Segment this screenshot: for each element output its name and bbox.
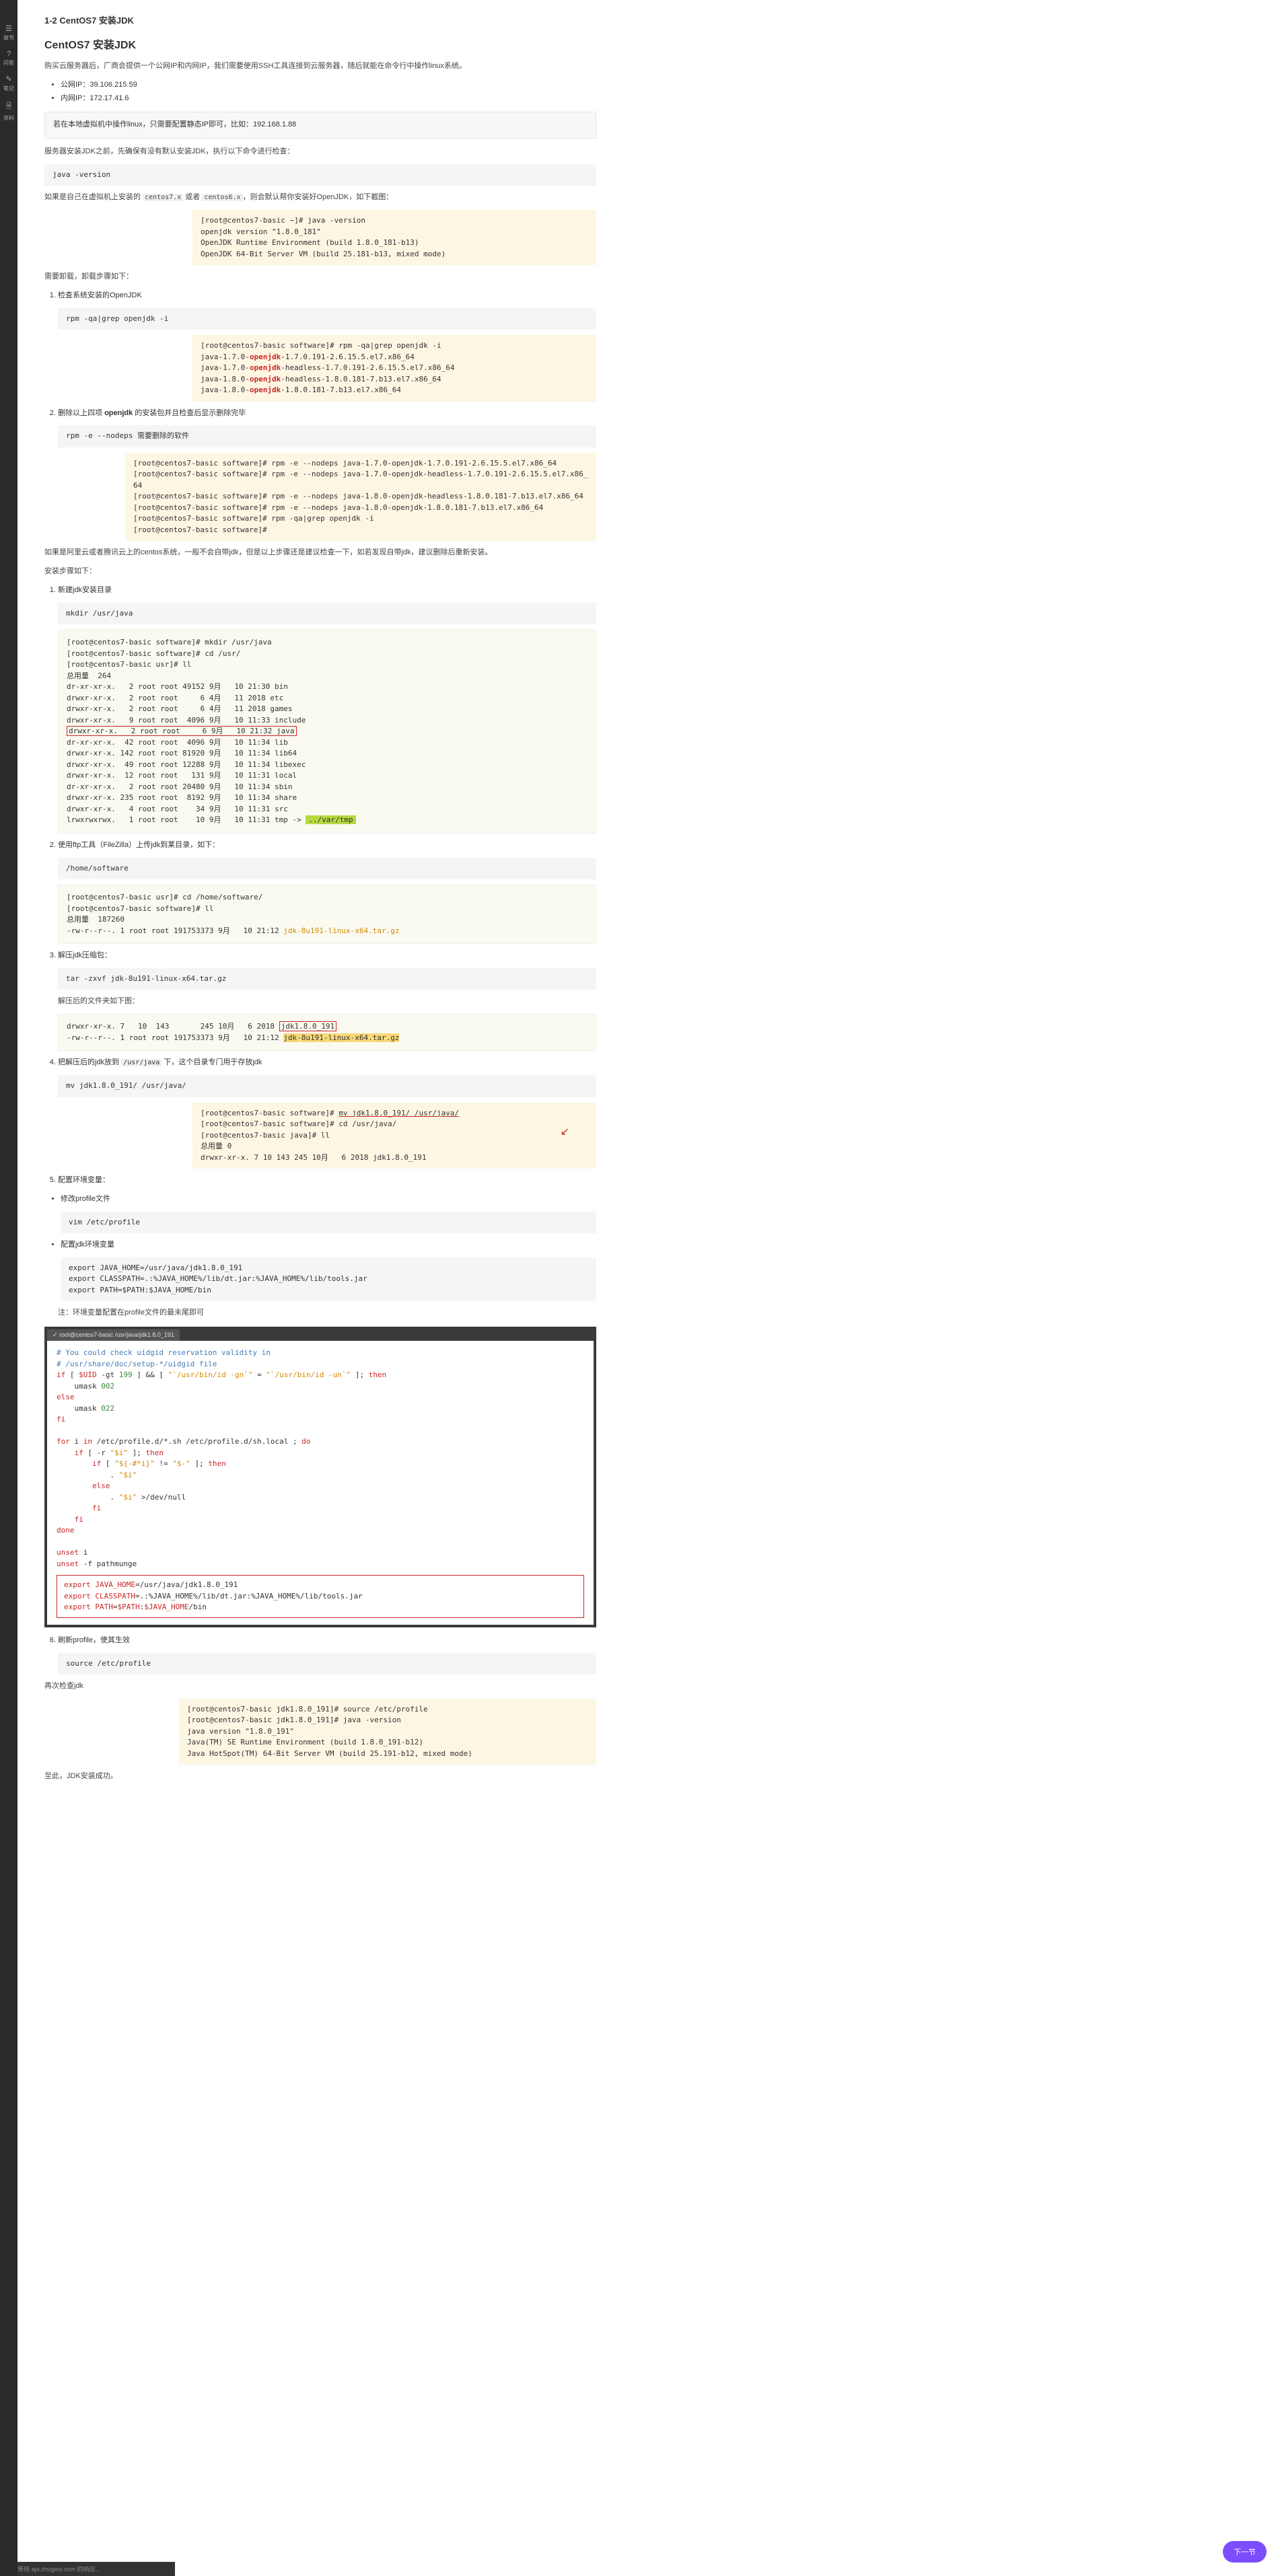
mv-cmd-highlight: mv jdk1.8.0_191/ /usr/java/ (339, 1109, 459, 1117)
uninstall-steps: 检查系统安装的OpenJDK rpm -qa|grep openjdk -i [… (58, 289, 596, 542)
sub-edit-profile: 修改profile文件 vim /etc/profile (61, 1193, 596, 1233)
sub-export-vars: 配置jdk环境变量 export JAVA_HOME=/usr/java/jdk… (61, 1239, 596, 1301)
ip-public: 公网IP：39.106.215.59 (61, 79, 596, 92)
breadcrumb: 1-2 CentOS7 安装JDK (44, 13, 596, 26)
install-steps-cont: 刷新profile，使其生效 source /etc/profile (58, 1634, 596, 1675)
status-bar: 正在等待 api.zhugeio.com 的响应... (0, 2562, 175, 2576)
output-rpm-qa: [root@centos7-basic software]# rpm -qa|g… (192, 335, 596, 402)
step-source: 刷新profile，使其生效 source /etc/profile (58, 1634, 596, 1675)
output-ll-software: [root@centos7-basic usr]# cd /home/softw… (58, 885, 596, 944)
note-local-vm: 若在本地虚拟机中操作linux，只需要配置静态IP即可，比如：192.168.1… (44, 112, 596, 139)
jdk-dir-highlight: jdk1.8.0_191 (279, 1021, 336, 1031)
side-docs[interactable]: 🗎资料 (0, 96, 17, 126)
output-mv: [root@centos7-basic software]# mv jdk1.8… (192, 1103, 596, 1169)
side-chapter[interactable]: ☰章节 (0, 20, 17, 46)
main-content: 1-2 CentOS7 安装JDK CentOS7 安装JDK 购买云服务器后，… (24, 0, 616, 1802)
intro-para: 购买云服务器后，厂商会提供一个公网IP和内网IP，我们需要使用SSH工具连接到云… (44, 60, 596, 73)
code-centos6: centos6.x (202, 194, 242, 201)
output-mkdir: [root@centos7-basic software]# mkdir /us… (58, 630, 596, 834)
step-mkdir: 新建jdk安装目录 mkdir /usr/java [root@centos7-… (58, 584, 596, 834)
cmd-exports: export JAVA_HOME=/usr/java/jdk1.8.0_191 … (61, 1257, 596, 1302)
side-notes[interactable]: ✎笔记 (0, 71, 17, 96)
menu-icon: ☰ (0, 24, 17, 33)
recheck-para: 再次检查jdk (44, 1680, 596, 1693)
editor-screenshot: ✓ root@centos7-basic /usr/java/jdk1.8.0_… (44, 1327, 596, 1627)
cmd-tar: tar -zxvf jdk-8u191-linux-x64.tar.gz (58, 968, 596, 990)
page-title: CentOS7 安装JDK (44, 36, 596, 52)
cmd-rpm-e: rpm -e --nodeps 需要删除的软件 (58, 425, 596, 447)
step-delete-openjdk: 删除以上四项 openjdk 的安装包并且检查后显示删除完毕 rpm -e --… (58, 407, 596, 542)
openjdk-para: 如果是自己在虚拟机上安装的 centos7.x 或者 centos6.x，则会默… (44, 191, 596, 205)
step-env: 配置环境变量： (58, 1174, 596, 1187)
cmd-mv: mv jdk1.8.0_191/ /usr/java/ (58, 1075, 596, 1097)
step-check-openjdk: 检查系统安装的OpenJDK rpm -qa|grep openjdk -i [… (58, 289, 596, 402)
sidebar: ☰章节 ?问答 ✎笔记 🗎资料 (0, 0, 17, 2576)
next-button[interactable]: 下一节 (1223, 2541, 1267, 2563)
step-move: 把解压后的jdk放到 /usr/java 下，这个目录专门用于存放jdk mv … (58, 1056, 596, 1169)
question-icon: ? (0, 50, 17, 58)
file-icon: 🗎 (0, 100, 17, 113)
ip-list: 公网IP：39.106.215.59 内网IP：172.17.41.6 (61, 79, 596, 106)
step-extract: 解压jdk压缩包： tar -zxvf jdk-8u191-linux-x64.… (58, 949, 596, 1051)
note-env: 注：环境变量配置在profile文件的最末尾即可 (58, 1307, 596, 1320)
cmd-mkdir: mkdir /usr/java (58, 603, 596, 625)
install-steps-intro: 安装步骤如下： (44, 565, 596, 579)
uninstall-para: 需要卸载，卸载步骤如下： (44, 270, 596, 284)
editor-body: # You could check uidgid reservation val… (47, 1341, 594, 1625)
ip-internal: 内网IP：172.17.41.6 (61, 92, 596, 106)
cmd-source: source /etc/profile (58, 1653, 596, 1675)
side-qa[interactable]: ?问答 (0, 46, 17, 71)
arrow-icon: ↙ (561, 1123, 569, 1142)
tmp-link: ../var/tmp (306, 815, 355, 824)
cloud-note: 如果是阿里云或者腾讯云上的centos系统，一般不会自带jdk，但是以上步骤还是… (44, 546, 596, 560)
editor-tab: ✓ root@centos7-basic /usr/java/jdk1.8.0_… (47, 1329, 180, 1341)
cmd-rpm-qa: rpm -qa|grep openjdk -i (58, 308, 596, 330)
cmd-java-version: java -version (44, 164, 596, 186)
install-steps: 新建jdk安装目录 mkdir /usr/java [root@centos7-… (58, 584, 596, 1187)
step-upload: 使用ftp工具（FileZilla）上传jdk到某目录，如下： /home/so… (58, 839, 596, 944)
output-final: [root@centos7-basic jdk1.8.0_191]# sourc… (179, 1699, 596, 1765)
output-extracted: drwxr-xr-x. 7 10 143 245 10月 6 2018 jdk1… (58, 1014, 596, 1051)
export-highlight-frame: export JAVA_HOME=/usr/java/jdk1.8.0_191 … (57, 1575, 584, 1618)
path-software: /home/software (58, 858, 596, 880)
jdk-tarball: jdk-8u191-linux-x64.tar.gz (283, 926, 399, 935)
pencil-icon: ✎ (0, 75, 17, 83)
output-rpm-e: [root@centos7-basic software]# rpm -e --… (125, 453, 596, 542)
code-centos7: centos7.x (143, 194, 183, 201)
highlight-java-dir: drwxr-xr-x. 2 root root 6 9月 10 21:32 ja… (67, 726, 297, 736)
tarball-highlight: jdk-8u191-linux-x64.tar.gz (283, 1033, 399, 1042)
output-java-version: [root@centos7-basic ~]# java -version op… (192, 210, 596, 265)
cmd-vim: vim /etc/profile (61, 1212, 596, 1234)
check-jdk-para: 服务器安装JDK之前，先确保有没有默认安装JDK，执行以下命令进行检查： (44, 145, 596, 159)
success-para: 至此，JDK安装成功。 (44, 1770, 596, 1783)
